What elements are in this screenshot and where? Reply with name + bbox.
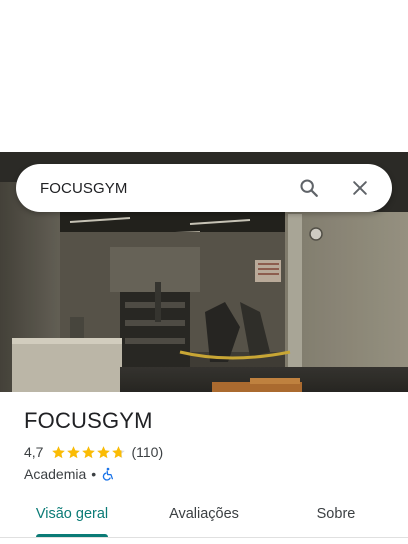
search-button[interactable] — [291, 170, 327, 206]
separator: • — [91, 466, 97, 482]
star-icon — [82, 445, 96, 458]
tabs-divider — [0, 537, 408, 538]
search-bar: FOCUSGYM — [16, 164, 392, 212]
star-icon — [112, 445, 126, 458]
close-icon — [353, 181, 367, 195]
category-row: Academia • — [24, 464, 384, 484]
wheelchair-icon — [102, 467, 114, 481]
star-icon — [97, 445, 111, 458]
star-rating — [51, 445, 126, 460]
tab-about[interactable]: Sobre — [300, 496, 372, 532]
rating-row[interactable]: 4,7 (110) — [24, 442, 384, 462]
place-tabs: Visão geral Avaliações Sobre — [0, 496, 408, 536]
search-input[interactable]: FOCUSGYM — [40, 180, 276, 197]
place-info: FOCUSGYM 4,7 (110) Academia • — [24, 406, 384, 484]
tab-reviews[interactable]: Avaliações — [154, 496, 254, 532]
rating-value: 4,7 — [24, 444, 44, 460]
clear-search-button[interactable] — [342, 170, 378, 206]
tab-overview[interactable]: Visão geral — [26, 496, 118, 532]
review-count: (110) — [131, 444, 164, 460]
star-icon — [67, 445, 81, 458]
place-category: Academia — [24, 466, 87, 482]
place-title: FOCUSGYM — [24, 408, 153, 433]
search-icon — [300, 179, 318, 197]
star-icon — [52, 445, 66, 458]
place-page: FOCUSGYM FOCUSGYM 4,7 (110) Academia • V… — [0, 0, 408, 544]
